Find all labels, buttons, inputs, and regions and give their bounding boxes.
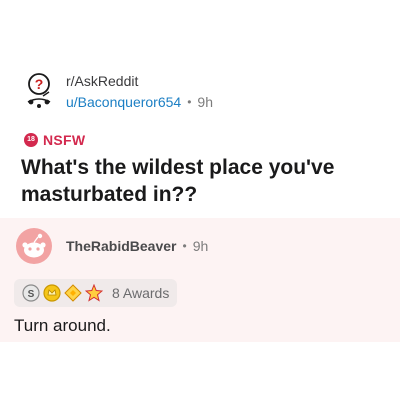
default-snoo-avatar-icon[interactable]: [16, 228, 52, 264]
gold-award-icon: [43, 284, 61, 302]
svg-text:S: S: [28, 289, 35, 300]
awards-count: 8 Awards: [112, 285, 170, 301]
post-author-line: u/Baconqueror654 • 9h: [66, 92, 213, 112]
awards-button[interactable]: S 8 Awards: [14, 279, 178, 307]
comment: TheRabidBeaver • 9h S 8 Awards Turn arou…: [0, 218, 400, 342]
nsfw-18-icon: 18: [24, 133, 38, 147]
comment-header: TheRabidBeaver • 9h: [16, 228, 208, 264]
comment-author-link[interactable]: TheRabidBeaver: [66, 238, 176, 254]
wholesome-award-icon: [85, 284, 103, 302]
comment-timestamp: 9h: [192, 238, 209, 254]
nsfw-tag: 18 NSFW: [24, 132, 85, 148]
comment-body: Turn around.: [14, 316, 111, 335]
post-timestamp: 9h: [197, 94, 213, 110]
separator-dot: •: [182, 239, 187, 253]
silver-award-icon: S: [22, 284, 40, 302]
post-author-link[interactable]: u/Baconqueror654: [66, 92, 181, 112]
post-meta: r/AskReddit u/Baconqueror654 • 9h: [66, 72, 213, 112]
subreddit-link[interactable]: r/AskReddit: [66, 72, 213, 90]
askreddit-snoo-icon[interactable]: ?: [22, 72, 56, 110]
separator-dot: •: [187, 95, 192, 109]
post-title[interactable]: What's the wildest place you've masturba…: [21, 154, 381, 208]
post-header: ? r/AskReddit u/Baconqueror654 • 9h: [22, 72, 213, 112]
helpful-award-icon: [64, 284, 82, 302]
nsfw-label: NSFW: [43, 132, 86, 148]
reddit-post-card: ? r/AskReddit u/Baconqueror654 • 9h 18 N…: [0, 0, 400, 415]
svg-text:?: ?: [35, 76, 44, 92]
